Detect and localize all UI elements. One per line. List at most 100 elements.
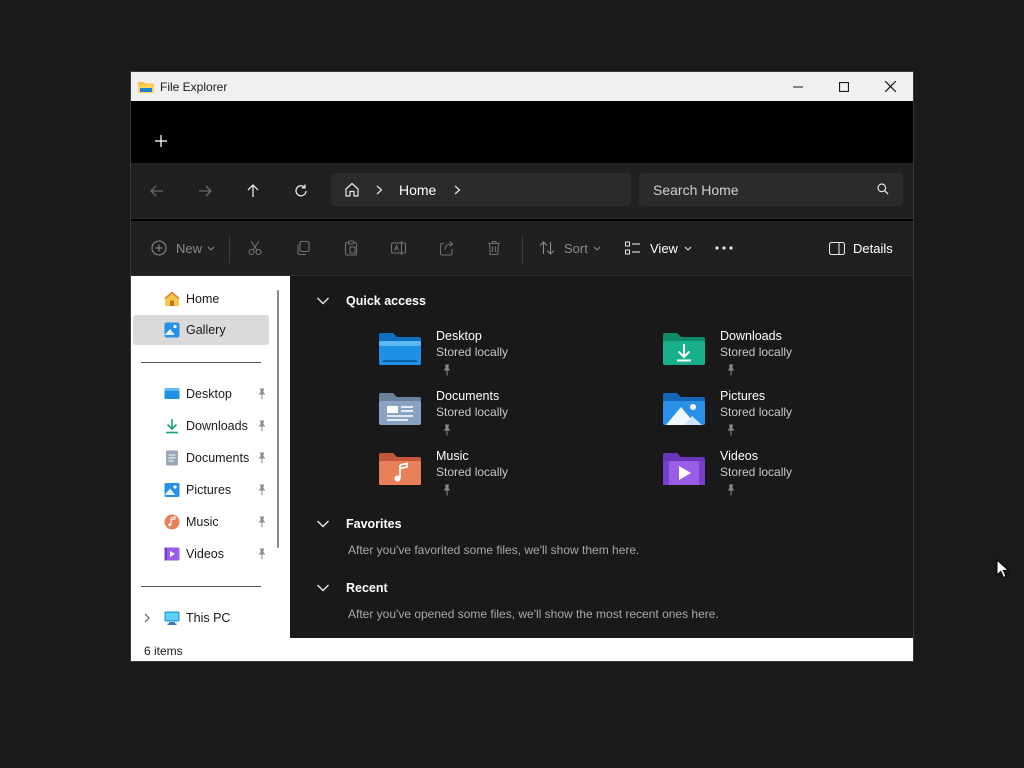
sidebar-item-videos[interactable]: Videos (133, 539, 269, 569)
sidebar-item-home[interactable]: Home (133, 284, 269, 314)
share-button[interactable] (439, 235, 455, 261)
arrow-right-icon (199, 185, 212, 197)
sort-button[interactable]: Sort (539, 235, 601, 261)
quick-access-item-downloads[interactable]: Downloads Stored locally (662, 329, 882, 385)
more-options-button[interactable] (715, 235, 733, 261)
up-button[interactable] (239, 177, 267, 205)
quick-access-item-desktop[interactable]: Desktop Stored locally (378, 329, 598, 385)
minimize-icon (793, 86, 803, 87)
details-pane-button[interactable]: Details (829, 235, 893, 261)
forward-button[interactable] (191, 177, 219, 205)
item-name: Music (436, 449, 469, 463)
quick-access-item-documents[interactable]: Documents Stored locally (378, 389, 598, 445)
pin-icon (257, 388, 267, 400)
search-box[interactable]: Search Home (639, 173, 903, 206)
search-input[interactable]: Search Home (653, 182, 739, 198)
home-icon[interactable] (344, 182, 360, 197)
videos-folder-icon (662, 451, 706, 487)
refresh-icon (295, 184, 307, 197)
downloads-icon (164, 418, 180, 434)
main-content: Quick access Desktop Stored locally Down… (290, 276, 913, 638)
item-name: Desktop (436, 329, 482, 343)
paste-button[interactable] (343, 235, 359, 261)
section-recent[interactable]: Recent (316, 581, 388, 595)
view-button[interactable]: View (625, 235, 692, 261)
rename-icon (391, 241, 407, 255)
item-name: Downloads (720, 329, 782, 343)
item-status: Stored locally (720, 465, 793, 479)
sidebar-item-downloads[interactable]: Downloads (133, 411, 269, 441)
section-title: Recent (346, 581, 388, 595)
close-button[interactable] (867, 72, 913, 101)
sidebar-item-this-pc[interactable]: This PC (133, 603, 269, 633)
plus-icon (155, 135, 167, 147)
tab-strip (131, 101, 913, 163)
address-bar[interactable]: Home (331, 173, 631, 206)
sort-icon (539, 241, 555, 255)
quick-access-item-videos[interactable]: Videos Stored locally (662, 449, 882, 505)
cut-button[interactable] (247, 235, 263, 261)
new-item-icon (151, 240, 167, 256)
section-quick-access[interactable]: Quick access (316, 294, 426, 308)
chevron-down-icon (207, 246, 215, 251)
sidebar-item-documents[interactable]: Documents (133, 443, 269, 473)
sidebar-item-music[interactable]: Music (133, 507, 269, 537)
desktop-icon (164, 386, 180, 402)
sidebar-item-desktop[interactable]: Desktop (133, 379, 269, 409)
refresh-button[interactable] (287, 177, 315, 205)
navigation-pane: Home Gallery Desktop Downloads Documents… (131, 276, 290, 638)
quick-access-item-music[interactable]: Music Stored locally (378, 449, 598, 505)
chevron-down-icon (593, 246, 601, 251)
music-icon (164, 514, 180, 530)
chevron-right-icon[interactable] (454, 185, 461, 195)
copy-icon (297, 240, 310, 256)
details-pane-icon (829, 241, 845, 255)
rename-button[interactable] (391, 235, 408, 261)
this-pc-icon (164, 610, 180, 626)
pin-icon (257, 484, 267, 496)
sidebar-item-label: Downloads (186, 419, 248, 433)
sidebar-item-label: Documents (186, 451, 250, 465)
music-folder-icon (378, 451, 422, 487)
gallery-icon (164, 322, 180, 338)
item-status: Stored locally (720, 345, 793, 359)
chevron-right-icon[interactable] (376, 185, 383, 195)
chevron-down-icon (317, 520, 329, 528)
new-tab-button[interactable] (151, 131, 171, 151)
sidebar-item-gallery[interactable]: Gallery (133, 315, 269, 345)
view-button-label: View (650, 240, 678, 256)
delete-button[interactable] (487, 235, 501, 261)
new-button[interactable]: New (151, 235, 215, 261)
chevron-right-icon[interactable] (144, 613, 150, 623)
arrow-up-icon (247, 184, 259, 197)
details-button-label: Details (853, 240, 893, 256)
quick-access-item-pictures[interactable]: Pictures Stored locally (662, 389, 882, 445)
pin-icon (257, 420, 267, 432)
file-explorer-app-icon (138, 80, 154, 94)
pin-icon (257, 516, 267, 528)
copy-button[interactable] (295, 235, 311, 261)
close-icon (884, 81, 896, 92)
favorites-empty-message: After you've favorited some files, we'll… (348, 543, 640, 557)
section-favorites[interactable]: Favorites (316, 517, 402, 531)
item-status: Stored locally (436, 345, 509, 359)
pin-icon (442, 423, 452, 436)
pictures-folder-icon (662, 391, 706, 427)
toolbar-separator (229, 235, 230, 263)
breadcrumb-home[interactable]: Home (399, 182, 436, 198)
section-title: Quick access (346, 294, 426, 308)
pictures-icon (164, 482, 180, 498)
pin-icon (726, 483, 736, 496)
sidebar-scrollbar[interactable] (277, 290, 279, 548)
videos-icon (164, 546, 180, 562)
sidebar-item-label: Gallery (186, 323, 226, 337)
minimize-button[interactable] (775, 72, 821, 101)
chevron-down-icon (317, 584, 329, 592)
title-bar: File Explorer (131, 72, 913, 101)
search-icon[interactable] (877, 183, 889, 195)
sidebar-item-pictures[interactable]: Pictures (133, 475, 269, 505)
maximize-button[interactable] (821, 72, 867, 101)
back-button[interactable] (143, 177, 171, 205)
share-icon (439, 241, 454, 256)
sidebar-item-label: Videos (186, 547, 224, 561)
